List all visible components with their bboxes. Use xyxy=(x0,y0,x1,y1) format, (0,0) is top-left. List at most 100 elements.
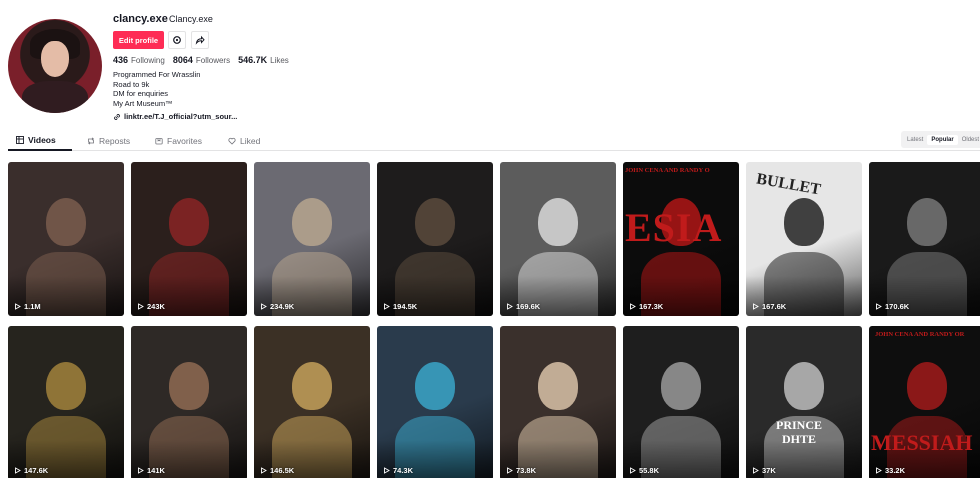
video-card[interactable]: 37K PRINCE DHTE xyxy=(746,326,862,478)
video-card[interactable]: 33.2K JOHN CENA AND RANDY OR MESSIAH xyxy=(869,326,980,478)
avatar-face xyxy=(41,41,69,77)
share-button[interactable] xyxy=(191,31,209,49)
sort-oldest[interactable]: Oldest xyxy=(958,135,980,145)
bio-line: Road to 9k xyxy=(113,79,150,89)
view-count: 194.5K xyxy=(383,302,417,311)
video-card[interactable]: 169.6K xyxy=(500,162,616,316)
thumbnail-figure-head xyxy=(292,198,332,246)
tab-liked-label: Liked xyxy=(240,136,261,146)
thumbnail-figure-head xyxy=(292,362,332,410)
play-icon xyxy=(384,467,390,474)
play-icon xyxy=(630,467,636,474)
video-card[interactable]: 73.8K xyxy=(500,326,616,478)
following-stat[interactable]: 436 Following xyxy=(113,55,165,65)
tab-videos[interactable]: Videos xyxy=(8,131,72,151)
view-count-text: 167.6K xyxy=(762,302,787,311)
view-count-text: 167.3K xyxy=(639,302,664,311)
play-icon xyxy=(630,303,636,310)
view-count: 33.2K xyxy=(875,466,905,475)
share-icon xyxy=(195,35,205,45)
likes-label: Likes xyxy=(270,56,289,65)
following-count: 436 xyxy=(113,55,129,65)
avatar[interactable] xyxy=(8,19,102,113)
video-card[interactable]: 194.5K xyxy=(377,162,493,316)
view-count-text: 37K xyxy=(762,466,776,475)
tab-favorites-label: Favorites xyxy=(167,136,202,146)
tab-reposts-label: Reposts xyxy=(99,136,131,146)
bio-line: Programmed For Wrasslin xyxy=(113,70,201,79)
link-icon xyxy=(114,113,120,120)
video-card[interactable]: 234.9K xyxy=(254,162,370,316)
view-count: 141K xyxy=(137,466,165,475)
profile-tabs: Videos Reposts Favorites Liked xyxy=(8,131,980,151)
play-icon xyxy=(507,467,513,474)
repost-icon xyxy=(87,137,95,145)
likes-count: 546.7K xyxy=(238,55,268,65)
play-icon xyxy=(384,303,390,310)
bio-link-text: linktr.ee/T.J_official?utm_sour... xyxy=(124,112,238,121)
settings-button[interactable] xyxy=(168,31,186,49)
video-card[interactable]: 146.5K xyxy=(254,326,370,478)
thumbnail-figure-head xyxy=(169,198,209,246)
view-count: 234.9K xyxy=(260,302,294,311)
video-card[interactable]: 74.3K xyxy=(377,326,493,478)
tab-favorites[interactable]: Favorites xyxy=(155,131,202,151)
video-card[interactable]: 141K xyxy=(131,326,247,478)
view-count: 170.6K xyxy=(875,302,909,311)
video-card[interactable]: 167.6K BULLET xyxy=(746,162,862,316)
grid-icon xyxy=(16,136,24,144)
view-count-text: 55.8K xyxy=(639,466,660,475)
tab-videos-label: Videos xyxy=(28,135,56,145)
play-icon xyxy=(876,467,882,474)
bio-link[interactable]: linktr.ee/T.J_official?utm_sour... xyxy=(113,112,237,121)
thumbnail-figure-head xyxy=(907,198,947,246)
view-count: 1.1M xyxy=(14,302,41,311)
gear-icon xyxy=(173,36,181,44)
play-icon xyxy=(15,303,21,310)
view-count-text: 169.6K xyxy=(516,302,541,311)
video-card[interactable]: 1.1M xyxy=(8,162,124,316)
view-count: 167.3K xyxy=(629,302,663,311)
play-icon xyxy=(138,467,144,474)
thumbnail-subtitle: DHTE xyxy=(782,432,817,446)
view-count: 146.5K xyxy=(260,466,294,475)
sort-latest[interactable]: Latest xyxy=(903,135,927,145)
play-icon xyxy=(753,303,759,310)
avatar-body xyxy=(22,81,88,113)
following-label: Following xyxy=(131,56,165,65)
video-card[interactable]: 147.6K xyxy=(8,326,124,478)
thumbnail-figure-head xyxy=(46,198,86,246)
edit-profile-button[interactable]: Edit profile xyxy=(113,31,164,49)
thumbnail-figure-head xyxy=(46,362,86,410)
thumbnail-figure-head xyxy=(169,362,209,410)
view-count-text: 1.1M xyxy=(24,302,41,311)
thumbnail-figure-head xyxy=(415,362,455,410)
video-card[interactable]: 170.6K xyxy=(869,162,980,316)
view-count: 169.6K xyxy=(506,302,540,311)
view-count-text: 141K xyxy=(147,466,165,475)
play-icon xyxy=(876,303,882,310)
bookmark-icon xyxy=(155,138,163,145)
video-card[interactable]: 243K xyxy=(131,162,247,316)
followers-count: 8064 xyxy=(172,55,193,65)
video-card[interactable]: 167.3K JOHN CENA AND RANDY O ESIA xyxy=(623,162,739,316)
followers-stat[interactable]: 8064 Followers xyxy=(173,55,230,65)
username: clancy.exe xyxy=(113,13,168,25)
view-count: 243K xyxy=(137,302,165,311)
thumbnail-title: ESIA xyxy=(625,205,723,250)
tab-reposts[interactable]: Reposts xyxy=(87,131,130,151)
video-card[interactable]: 55.8K xyxy=(623,326,739,478)
tab-liked[interactable]: Liked xyxy=(228,131,260,151)
thumbnail-title: MESSIAH xyxy=(871,430,973,455)
view-count-text: 146.5K xyxy=(270,466,295,475)
view-count-text: 33.2K xyxy=(885,466,906,475)
play-icon xyxy=(753,467,759,474)
heart-icon xyxy=(228,137,236,145)
sort-popular[interactable]: Popular xyxy=(927,134,958,145)
thumbnail-figure-head xyxy=(907,362,947,410)
nickname: Clancy.exe xyxy=(169,14,213,24)
view-count-text: 73.8K xyxy=(516,466,537,475)
play-icon xyxy=(261,303,267,310)
profile-stats: 436 Following 8064 Followers 546.7K Likes xyxy=(113,55,289,65)
sort-toggle: Latest Popular Oldest xyxy=(901,131,980,148)
